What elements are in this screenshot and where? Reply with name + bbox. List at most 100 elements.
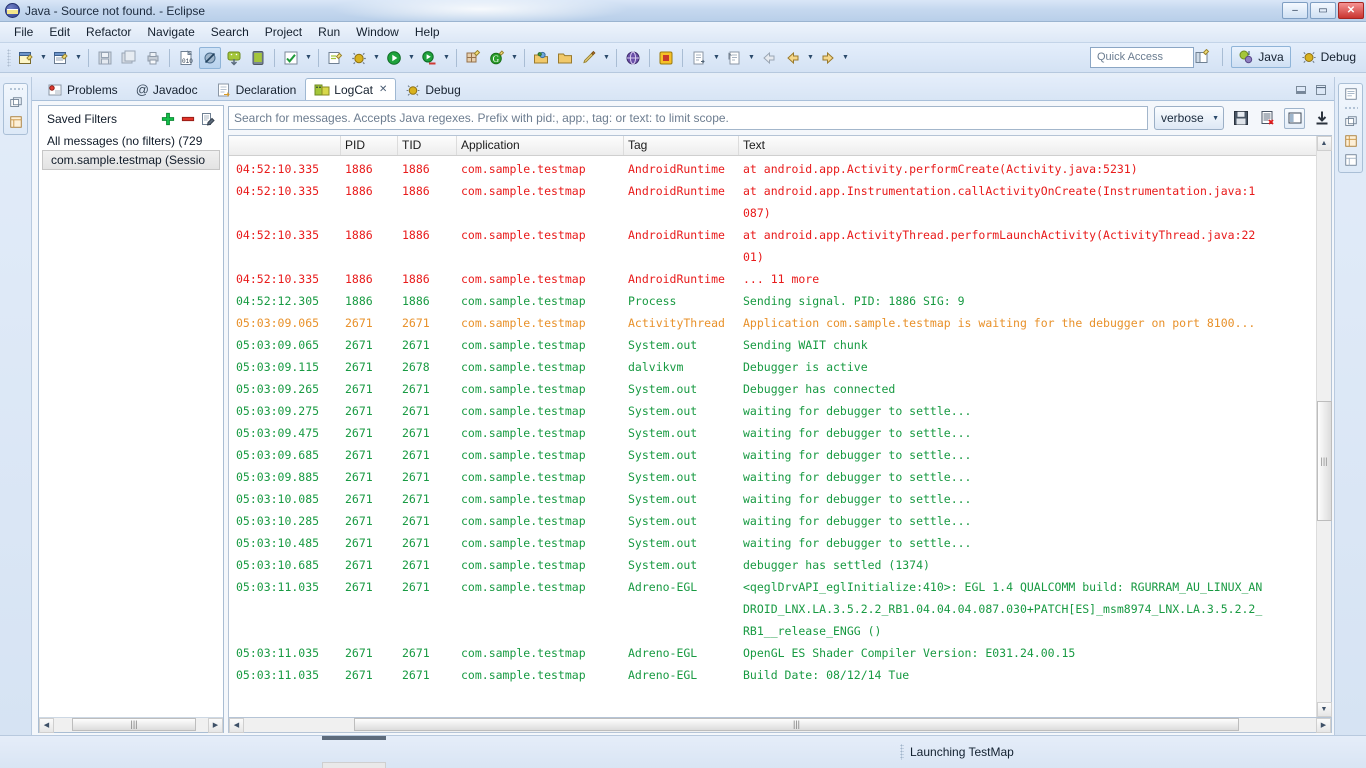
log-vertical-scrollbar[interactable]: ▲ ||| ▼ bbox=[1316, 136, 1332, 717]
add-filter-icon[interactable] bbox=[161, 112, 175, 126]
skip-all-breakpoints-button[interactable] bbox=[199, 46, 221, 69]
save-button[interactable] bbox=[94, 47, 116, 69]
new-wizard-dropdown[interactable]: ▼ bbox=[38, 47, 49, 69]
menu-project[interactable]: Project bbox=[257, 23, 310, 41]
scroll-lock-button[interactable] bbox=[1311, 108, 1332, 129]
properties-view-icon[interactable] bbox=[1344, 153, 1358, 167]
log-level-select[interactable]: verbose ▼ bbox=[1154, 106, 1224, 130]
new-java-class-button[interactable] bbox=[50, 47, 72, 69]
debug-dropdown[interactable]: ▼ bbox=[371, 47, 382, 69]
filter-item-all-messages[interactable]: All messages (no filters) (729 bbox=[39, 132, 223, 150]
forward-button[interactable] bbox=[817, 47, 839, 69]
edit-filter-icon[interactable] bbox=[201, 112, 215, 126]
clear-log-button[interactable] bbox=[1257, 108, 1278, 129]
run-external-tools-button[interactable] bbox=[418, 47, 440, 69]
table-row[interactable]: 05:03:11.035 2671 2671 com.sample.testmap Ad… bbox=[229, 642, 1331, 664]
print-button[interactable] bbox=[142, 47, 164, 69]
minimize-view-icon[interactable] bbox=[1294, 83, 1308, 97]
remove-filter-icon[interactable] bbox=[181, 112, 195, 126]
back-history-button[interactable] bbox=[782, 47, 804, 69]
table-row[interactable]: 05:03:09.265 2671 2671 com.sample.testmap Sy… bbox=[229, 378, 1331, 400]
log-table-body[interactable]: 04:52:10.335 1886 1886 com.sample.testmap An… bbox=[229, 156, 1331, 717]
column-header-tid[interactable]: TID bbox=[398, 136, 457, 155]
filters-scroll-left-arrow[interactable]: ◀ bbox=[39, 717, 54, 733]
menu-search[interactable]: Search bbox=[203, 23, 257, 41]
table-row[interactable]: 04:52:10.335 1886 1886 com.sample.testmap An… bbox=[229, 224, 1331, 246]
maximize-view-icon[interactable] bbox=[1314, 83, 1328, 97]
filters-scroll-right-arrow[interactable]: ▶ bbox=[208, 717, 223, 733]
perspective-java[interactable]: Java bbox=[1231, 46, 1291, 68]
table-row[interactable]: 05:03:09.065 2671 2671 com.sample.testmap Ac… bbox=[229, 312, 1331, 334]
run-external-tools-dropdown[interactable]: ▼ bbox=[441, 47, 452, 69]
next-annotation-dropdown[interactable]: ▼ bbox=[746, 47, 757, 69]
toolbar-grip[interactable] bbox=[7, 48, 11, 67]
table-row[interactable]: 05:03:09.115 2671 2678 com.sample.testmap da… bbox=[229, 356, 1331, 378]
save-all-button[interactable] bbox=[118, 47, 140, 69]
new-package-button[interactable] bbox=[462, 47, 484, 69]
back-history-dropdown[interactable]: ▼ bbox=[805, 47, 816, 69]
column-header-pid[interactable]: PID bbox=[341, 136, 398, 155]
outline-view-icon[interactable] bbox=[1344, 87, 1358, 101]
android-sdk-manager-button[interactable] bbox=[223, 47, 245, 69]
run-last-tool-dropdown[interactable]: ▼ bbox=[303, 47, 314, 69]
column-header-application[interactable]: Application bbox=[457, 136, 624, 155]
perspective-debug[interactable]: Debug bbox=[1295, 47, 1362, 67]
log-scroll-thumb[interactable]: ||| bbox=[1316, 401, 1332, 521]
open-perspective-button[interactable] bbox=[1191, 46, 1213, 68]
table-row[interactable]: 04:52:10.335 1886 1886 com.sample.testmap An… bbox=[229, 180, 1331, 202]
back-button[interactable] bbox=[758, 47, 780, 69]
quick-access-input[interactable]: Quick Access bbox=[1090, 47, 1194, 68]
table-row[interactable]: RB1__release_ENGG () bbox=[229, 620, 1331, 642]
menu-window[interactable]: Window bbox=[348, 23, 407, 41]
log-hscroll-track[interactable]: ||| bbox=[244, 717, 1316, 733]
new-java-class-dropdown[interactable]: ▼ bbox=[73, 47, 84, 69]
filters-horizontal-scrollbar[interactable]: ◀ ||| ▶ bbox=[39, 717, 223, 733]
menu-navigate[interactable]: Navigate bbox=[139, 23, 202, 41]
run-last-tool-button[interactable] bbox=[280, 47, 302, 69]
menu-run[interactable]: Run bbox=[310, 23, 348, 41]
log-scroll-down-arrow[interactable]: ▼ bbox=[1316, 702, 1332, 717]
filter-item-session[interactable]: com.sample.testmap (Sessio bbox=[42, 150, 220, 170]
tab-declaration[interactable]: Declaration bbox=[207, 78, 306, 100]
tab-logcat-close-icon[interactable]: ✕ bbox=[379, 84, 387, 95]
menu-help[interactable]: Help bbox=[407, 23, 448, 41]
column-header-time[interactable] bbox=[229, 136, 341, 155]
table-row[interactable]: 05:03:09.275 2671 2671 com.sample.testmap Sy… bbox=[229, 400, 1331, 422]
annotation-dropdown[interactable]: ▼ bbox=[601, 47, 612, 69]
column-header-tag[interactable]: Tag bbox=[624, 136, 739, 155]
avd-manager-button[interactable] bbox=[247, 47, 269, 69]
log-scroll-up-arrow[interactable]: ▲ bbox=[1316, 136, 1332, 151]
next-annotation-button[interactable] bbox=[723, 47, 745, 69]
new-git-repo-button[interactable]: G bbox=[486, 47, 508, 69]
tab-debug[interactable]: Debug bbox=[396, 78, 469, 100]
maximize-button[interactable]: ▭ bbox=[1310, 2, 1336, 19]
table-row[interactable]: 087) bbox=[229, 202, 1331, 224]
table-row[interactable]: DROID_LNX.LA.3.5.2.2_RB1.04.04.04.087.03… bbox=[229, 598, 1331, 620]
forward-dropdown[interactable]: ▼ bbox=[840, 47, 851, 69]
menu-file[interactable]: File bbox=[6, 23, 41, 41]
open-resource-button[interactable] bbox=[554, 47, 576, 69]
log-hscroll-thumb[interactable]: ||| bbox=[354, 717, 1239, 731]
toggle-breakpoint-button[interactable]: 010 bbox=[175, 47, 197, 69]
table-row[interactable]: 05:03:10.285 2671 2671 com.sample.testmap Sy… bbox=[229, 510, 1331, 532]
log-scroll-track[interactable]: ||| bbox=[1316, 151, 1332, 702]
tab-problems[interactable]: Problems bbox=[38, 78, 127, 100]
table-row[interactable]: 01) bbox=[229, 246, 1331, 268]
filters-scroll-thumb[interactable]: ||| bbox=[72, 717, 196, 731]
table-row[interactable]: 04:52:12.305 1886 1886 com.sample.testmap Pr… bbox=[229, 290, 1331, 312]
save-log-button[interactable] bbox=[1230, 108, 1251, 129]
table-row[interactable]: 05:03:11.035 2671 2671 com.sample.testmap Ad… bbox=[229, 664, 1331, 686]
task-list-view-icon[interactable] bbox=[1344, 115, 1358, 129]
new-wizard-button[interactable] bbox=[15, 47, 37, 69]
open-web-browser-button[interactable] bbox=[622, 47, 644, 69]
table-row[interactable]: 05:03:09.065 2671 2671 com.sample.testmap Sy… bbox=[229, 334, 1331, 356]
close-button[interactable]: ✕ bbox=[1338, 2, 1364, 19]
menu-edit[interactable]: Edit bbox=[41, 23, 78, 41]
run-button[interactable] bbox=[383, 47, 405, 69]
table-row[interactable]: 05:03:10.485 2671 2671 com.sample.testmap Sy… bbox=[229, 532, 1331, 554]
log-scroll-right-arrow[interactable]: ▶ bbox=[1316, 717, 1331, 733]
table-row[interactable]: 05:03:10.685 2671 2671 com.sample.testmap Sy… bbox=[229, 554, 1331, 576]
new-android-app-button[interactable] bbox=[324, 47, 346, 69]
menu-refactor[interactable]: Refactor bbox=[78, 23, 139, 41]
tab-javadoc[interactable]: @ Javadoc bbox=[127, 78, 207, 100]
